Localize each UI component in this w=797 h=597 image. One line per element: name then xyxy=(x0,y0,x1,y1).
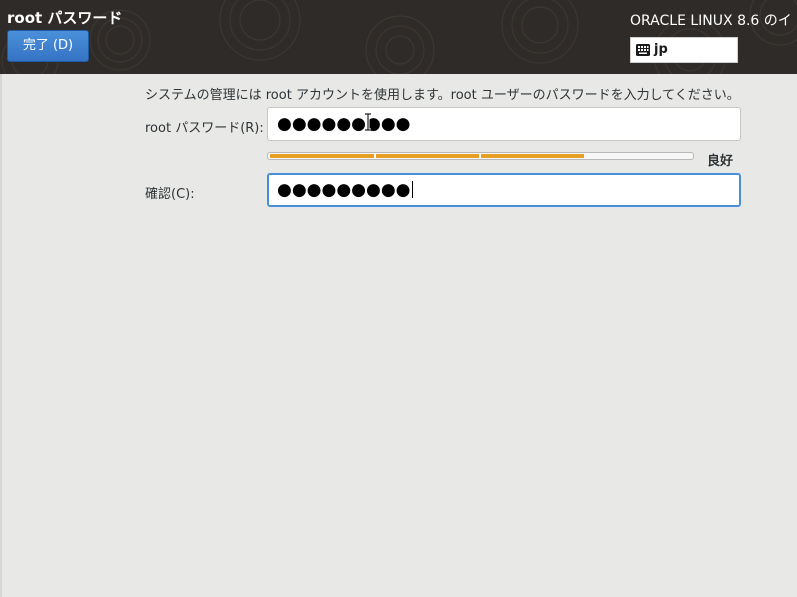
text-cursor xyxy=(411,181,413,198)
keyboard-layout-indicator[interactable]: jp xyxy=(630,37,738,63)
done-button[interactable]: 完了 (D) xyxy=(7,30,89,62)
confirm-masked-value: ●●●●●●●●● xyxy=(277,180,413,200)
keyboard-icon xyxy=(636,44,650,56)
description-text: システムの管理には root アカウントを使用します。root ユーザーのパスワ… xyxy=(145,88,740,103)
left-edge-divider xyxy=(0,74,2,597)
ibeam-cursor-icon xyxy=(365,113,371,131)
password-label: root パスワード(R): xyxy=(145,121,264,136)
strength-segment-3 xyxy=(481,154,584,158)
password-field[interactable]: ●●●●●●●●● xyxy=(267,107,741,141)
password-strength-label: 良好 xyxy=(707,154,734,169)
confirm-password-field[interactable]: ●●●●●●●●● xyxy=(267,173,741,207)
page-title: root パスワード xyxy=(7,9,123,27)
password-strength-bar xyxy=(267,152,694,160)
password-masked-value: ●●●●●●●●● xyxy=(277,114,411,134)
confirm-label: 確認(C): xyxy=(145,187,195,202)
strength-segment-1 xyxy=(270,154,374,158)
strength-segment-2 xyxy=(376,154,479,158)
header-bar: root パスワード 完了 (D) ORACLE LINUX 8.6 のイ jp xyxy=(0,0,797,74)
confirm-masked-text: ●●●●●●●●● xyxy=(277,180,411,200)
product-name: ORACLE LINUX 8.6 のイ xyxy=(630,13,792,29)
keyboard-layout-label: jp xyxy=(654,42,668,57)
